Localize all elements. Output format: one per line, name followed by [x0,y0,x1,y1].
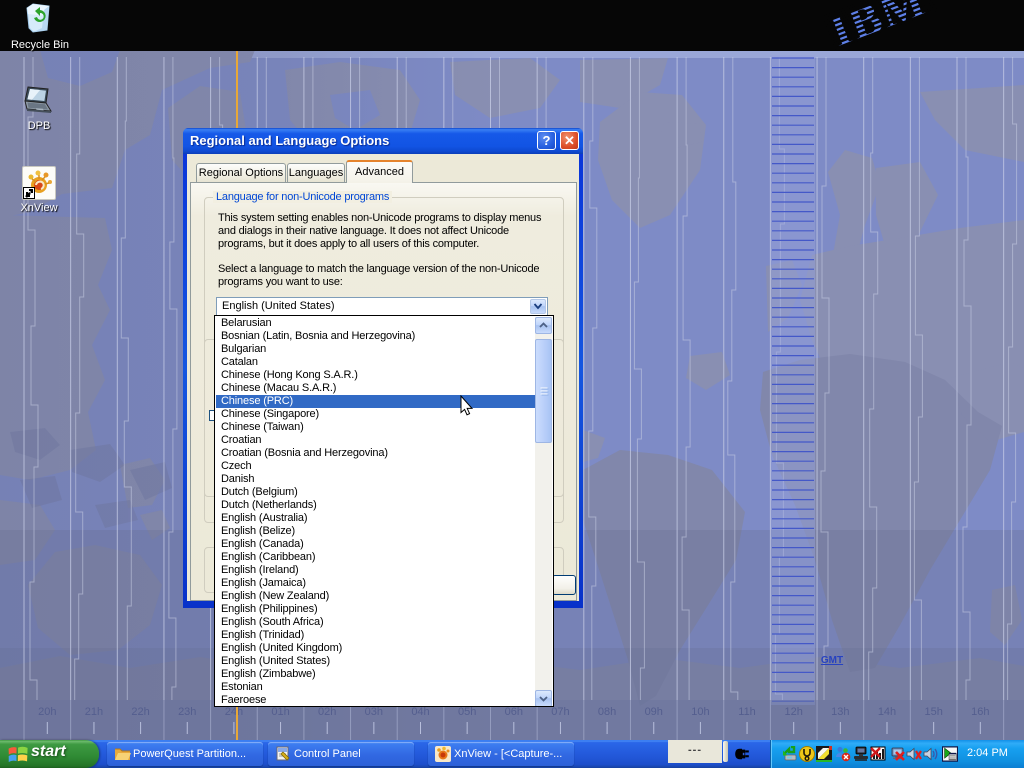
svg-text:22h: 22h [131,706,149,718]
svg-text:10h: 10h [691,706,709,718]
svg-text:16h: 16h [971,706,989,718]
svg-text:21h: 21h [85,706,103,718]
svg-text:08h: 08h [598,706,616,718]
svg-text:07h: 07h [551,706,569,718]
svg-text:15h: 15h [924,706,942,718]
svg-text:01h: 01h [271,706,289,718]
svg-text:11h: 11h [738,706,756,718]
svg-text:GMT: GMT [821,655,843,666]
svg-text:04h: 04h [411,706,429,718]
svg-text:13h: 13h [831,706,849,718]
svg-text:14h: 14h [878,706,896,718]
svg-text:09h: 09h [645,706,663,718]
svg-text:03h: 03h [365,706,383,718]
svg-text:05h: 05h [458,706,476,718]
svg-text:02h: 02h [318,706,336,718]
svg-text:24h: 24h [225,706,243,718]
svg-text:20h: 20h [38,706,56,718]
svg-text:12h: 12h [785,706,803,718]
svg-text:06h: 06h [505,706,523,718]
svg-text:23h: 23h [178,706,196,718]
